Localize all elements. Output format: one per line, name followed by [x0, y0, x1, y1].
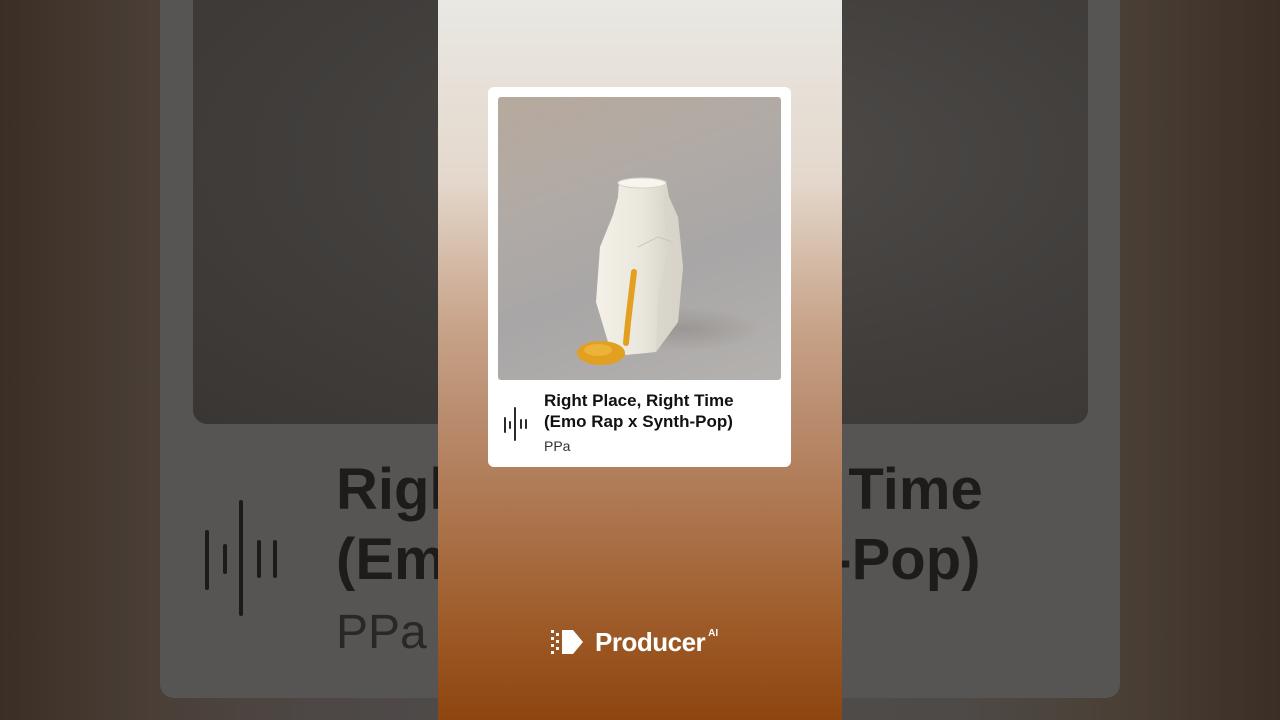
video-panel: Right Place, Right Time (Emo Rap x Synth… — [438, 0, 842, 720]
track-title-line2: (Emo Rap x Synth-Pop) — [544, 412, 733, 431]
waveform-icon — [502, 407, 528, 441]
brand-name: Producer — [595, 626, 706, 657]
background-artist: PPa — [336, 606, 427, 659]
album-artwork — [498, 97, 781, 380]
track-card[interactable]: Right Place, Right Time (Emo Rap x Synth… — [488, 87, 791, 467]
track-title: Right Place, Right Time (Emo Rap x Synth… — [544, 390, 784, 432]
background-waveform-icon — [205, 500, 281, 616]
producer-logo[interactable]: Producer AI — [551, 626, 718, 658]
producer-logo-icon — [551, 630, 583, 654]
track-title-line1: Right Place, Right Time — [544, 391, 734, 410]
brand-superscript: AI — [708, 628, 719, 639]
track-artist[interactable]: PPa — [544, 438, 570, 454]
